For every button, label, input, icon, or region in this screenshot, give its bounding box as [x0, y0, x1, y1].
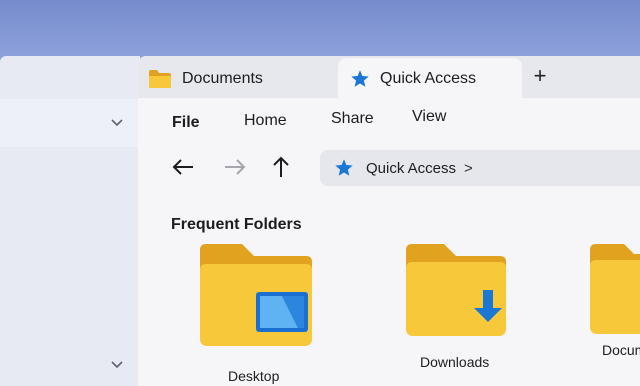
tab-documents-label: Documents — [182, 70, 263, 87]
arrow-right-icon — [223, 157, 247, 182]
folder-desktop[interactable]: Desktop — [198, 242, 314, 384]
arrow-up-icon — [271, 155, 291, 184]
section-title: Frequent Folders — [171, 216, 302, 233]
up-button[interactable] — [268, 156, 294, 182]
new-tab-button[interactable]: + — [528, 64, 552, 88]
documents-folder-icon — [590, 244, 640, 334]
file-explorer-window: Documents Quick Access + File Home Share… — [138, 56, 640, 386]
menu-share[interactable]: Share — [331, 110, 374, 128]
menu-view[interactable]: View — [412, 108, 446, 126]
menu-home[interactable]: Home — [244, 112, 287, 130]
chevron-down-icon[interactable] — [108, 114, 126, 132]
chevron-down-icon[interactable] — [108, 356, 126, 374]
downloads-folder-icon — [406, 244, 506, 336]
navigation-pane — [0, 56, 140, 386]
folder-documents[interactable]: Docum — [588, 242, 640, 358]
menu-file[interactable]: File — [172, 114, 200, 132]
breadcrumb-chevron-icon[interactable]: > — [464, 160, 473, 177]
tab-quick-access[interactable]: Quick Access — [338, 58, 522, 100]
address-bar[interactable]: Quick Access > — [320, 150, 640, 186]
folder-downloads[interactable]: Downloads — [404, 242, 508, 370]
arrow-left-icon — [171, 157, 195, 182]
forward-button[interactable] — [222, 156, 248, 182]
folder-icon — [148, 69, 172, 89]
navigation-bar: Quick Access > — [138, 150, 640, 192]
back-button[interactable] — [170, 156, 196, 182]
star-icon — [350, 69, 370, 89]
command-bar: File Home Share View — [138, 108, 640, 138]
folder-downloads-label: Downloads — [420, 354, 490, 370]
tab-documents[interactable]: Documents — [148, 58, 263, 100]
tab-strip: Documents Quick Access + — [138, 56, 640, 100]
star-icon — [334, 158, 354, 178]
folder-desktop-label: Desktop — [228, 368, 280, 384]
breadcrumb-quick-access[interactable]: Quick Access — [366, 160, 456, 177]
folder-documents-label: Docum — [602, 342, 640, 358]
tab-quick-access-label: Quick Access — [380, 70, 477, 87]
desktop-folder-icon — [200, 244, 312, 346]
